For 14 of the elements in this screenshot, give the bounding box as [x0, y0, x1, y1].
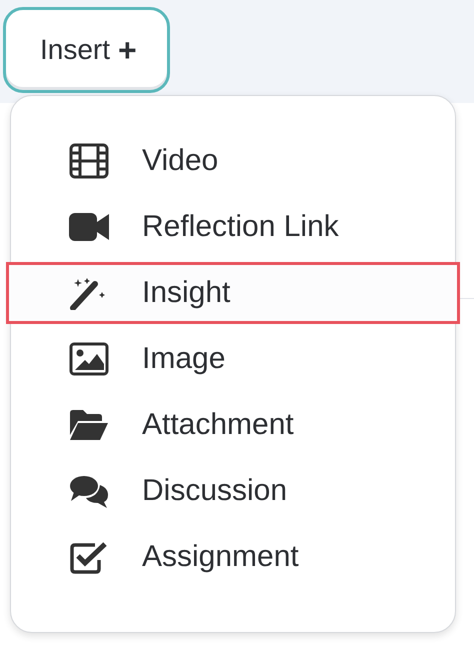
menu-item[interactable]: Insight [6, 262, 460, 324]
menu-item[interactable]: Attachment [6, 394, 460, 456]
film-icon [69, 143, 109, 179]
speech-bubbles-icon [69, 474, 109, 508]
menu-item[interactable]: Image [6, 328, 460, 390]
folder-icon [69, 409, 109, 441]
menu-item[interactable]: Reflection Link [6, 196, 460, 258]
menu-item[interactable]: Discussion [6, 460, 460, 522]
checkbox-icon [69, 540, 109, 574]
video-camera-icon [69, 212, 109, 242]
image-icon [69, 342, 109, 376]
menu-item[interactable]: Video [6, 130, 460, 192]
insert-button[interactable]: Insert + [3, 7, 170, 93]
menu-item[interactable]: Assignment [6, 526, 460, 588]
